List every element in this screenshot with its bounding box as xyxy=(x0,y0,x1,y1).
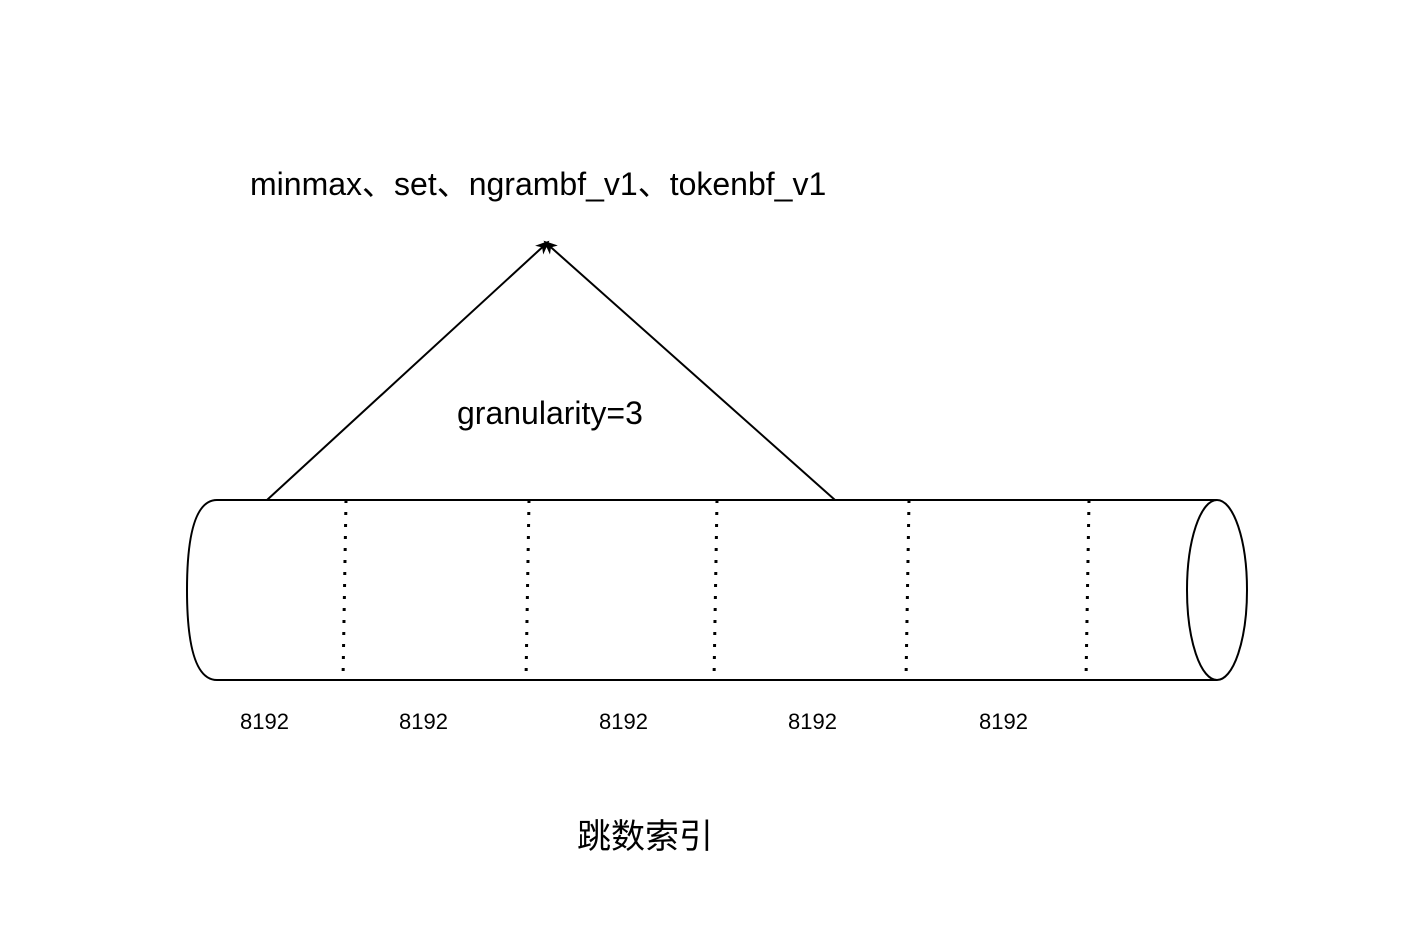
granule-divider xyxy=(524,499,531,681)
skip-index-diagram xyxy=(185,240,1248,681)
granularity-label: granularity=3 xyxy=(457,395,643,431)
cylinder-body xyxy=(185,499,1217,681)
granule-size-label: 8192 xyxy=(788,709,837,734)
granule-divider xyxy=(712,499,719,681)
granule-divider xyxy=(341,499,348,681)
granule-size-label: 8192 xyxy=(399,709,448,734)
granule-size-label: 8192 xyxy=(599,709,648,734)
arrow-right xyxy=(543,240,836,501)
granule-size-label: 8192 xyxy=(240,709,289,734)
diagram-caption: 跳数索引 xyxy=(577,817,713,857)
granule-size-label: 8192 xyxy=(979,709,1028,734)
granule-divider xyxy=(904,499,911,681)
index-types-label: minmax、set、ngrambf_v1、tokenbf_v1 xyxy=(250,166,827,202)
cylinder-end-cap xyxy=(1186,499,1248,681)
arrow-left xyxy=(266,240,550,501)
granule-divider xyxy=(1084,499,1091,681)
